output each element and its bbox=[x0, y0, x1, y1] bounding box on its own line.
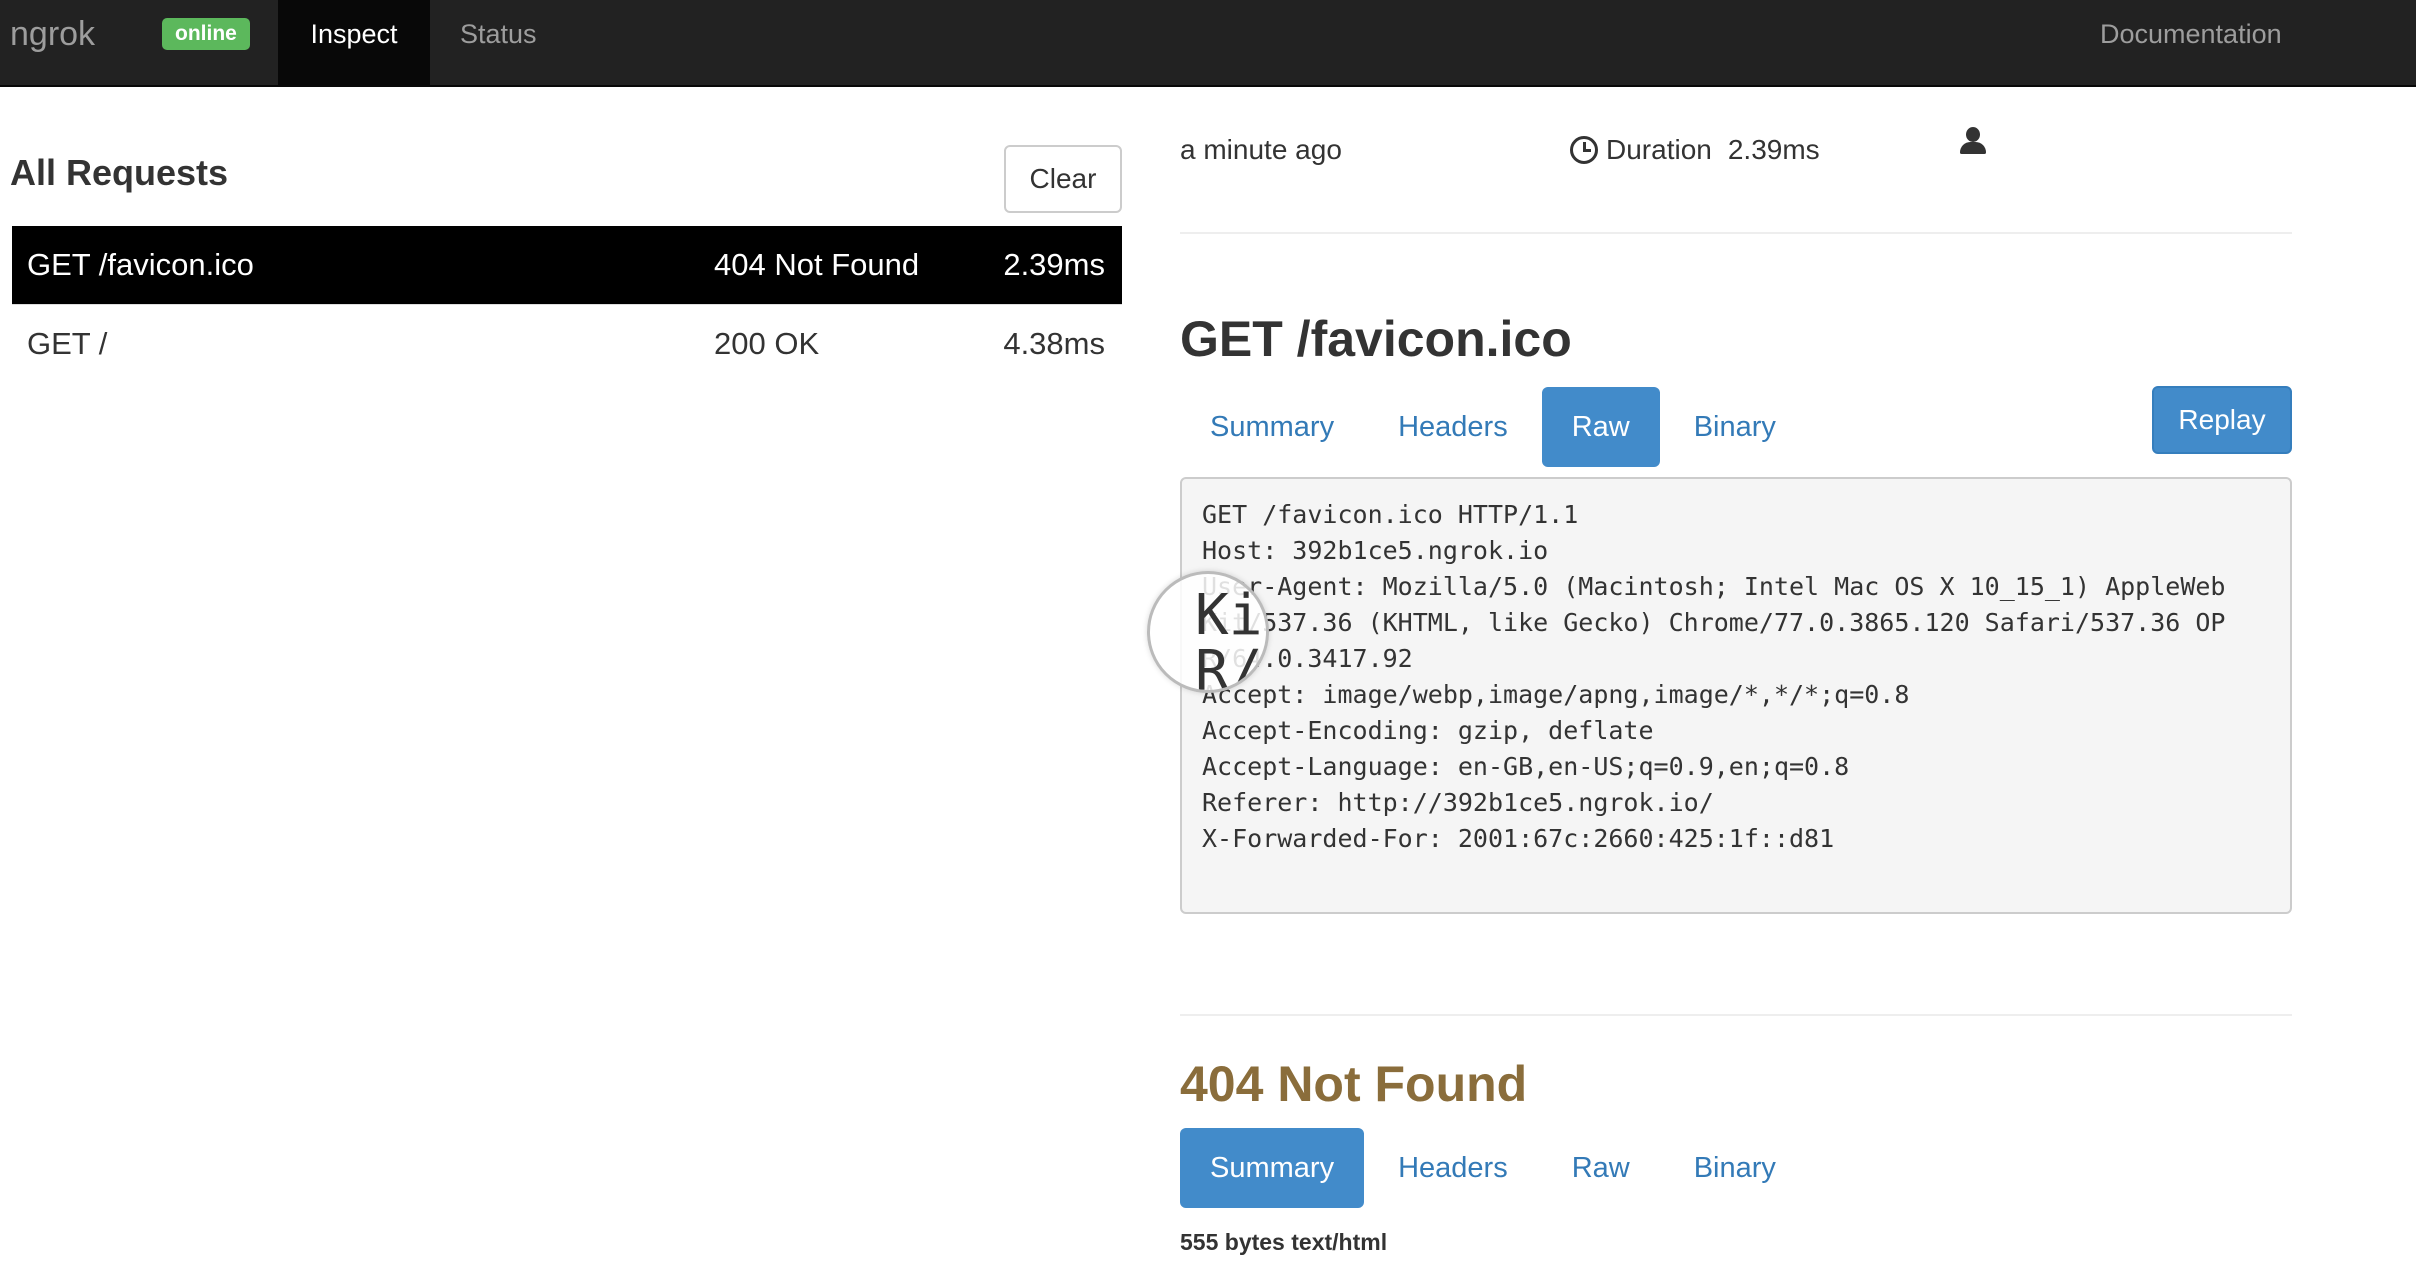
clock-icon bbox=[1570, 136, 1598, 164]
raw-line: Accept-Encoding: gzip, deflate bbox=[1202, 716, 1654, 745]
raw-line: R/64.0.3417.92 bbox=[1202, 644, 1413, 673]
request-title: GET /favicon.ico bbox=[1180, 311, 1572, 367]
request-list: GET /favicon.ico 404 Not Found 2.39ms GE… bbox=[12, 226, 1122, 382]
response-tabs: Summary Headers Raw Binary bbox=[1180, 1128, 1810, 1208]
request-duration: 2.39ms bbox=[1003, 247, 1105, 282]
replay-button[interactable]: Replay bbox=[2152, 386, 2292, 454]
request-row[interactable]: GET / 200 OK 4.38ms bbox=[12, 304, 1122, 382]
raw-line: Kit/537.36 (KHTML, like Gecko) Chrome/77… bbox=[1202, 608, 2226, 637]
divider bbox=[1180, 1014, 2292, 1016]
divider bbox=[1180, 232, 2292, 234]
duration-value: 2.39ms bbox=[1727, 134, 1820, 165]
magnifier-cursor: Ki R/ bbox=[1147, 571, 1269, 693]
nav-tab-status[interactable]: Status bbox=[430, 0, 567, 85]
requests-title: All Requests bbox=[10, 152, 229, 193]
raw-line: Accept: image/webp,image/apng,image/*,*/… bbox=[1202, 680, 1910, 709]
tab-response-summary[interactable]: Summary bbox=[1180, 1128, 1365, 1208]
response-size: 555 bytes text/html bbox=[1180, 1229, 1388, 1255]
raw-line: User-Agent: Mozilla/5.0 (Macintosh; Inte… bbox=[1202, 572, 2226, 601]
request-path: GET /favicon.ico bbox=[27, 247, 254, 282]
top-navbar: ngrok online Inspect Status Documentatio… bbox=[0, 0, 2416, 87]
magnifier-text: Ki bbox=[1195, 583, 1263, 648]
raw-line: X-Forwarded-For: 2001:67c:2660:425:1f::d… bbox=[1202, 824, 1835, 853]
duration-label: Duration bbox=[1606, 134, 1712, 165]
duration-info: Duration 2.39ms bbox=[1570, 125, 1820, 175]
status-badge: online bbox=[162, 18, 250, 50]
documentation-link[interactable]: Documentation bbox=[2100, 0, 2282, 68]
nav-tab-inspect[interactable]: Inspect bbox=[278, 0, 430, 85]
tab-request-summary[interactable]: Summary bbox=[1180, 387, 1364, 467]
request-row[interactable]: GET /favicon.ico 404 Not Found 2.39ms bbox=[12, 226, 1122, 304]
raw-line: Referer: http://392b1ce5.ngrok.io/ bbox=[1202, 788, 1714, 817]
request-path: GET / bbox=[27, 326, 108, 361]
tab-response-raw[interactable]: Raw bbox=[1542, 1128, 1660, 1208]
tab-response-headers[interactable]: Headers bbox=[1368, 1128, 1538, 1208]
raw-request-box[interactable]: GET /favicon.ico HTTP/1.1 Host: 392b1ce5… bbox=[1180, 477, 2292, 914]
response-title: 404 Not Found bbox=[1180, 1056, 1528, 1112]
request-status: 200 OK bbox=[714, 326, 820, 361]
time-ago: a minute ago bbox=[1180, 134, 1342, 165]
request-duration: 4.38ms bbox=[1003, 326, 1105, 361]
magnifier-text: R/ bbox=[1195, 639, 1263, 693]
tab-request-raw[interactable]: Raw bbox=[1541, 387, 1660, 467]
raw-line: Accept-Language: en-GB,en-US;q=0.9,en;q=… bbox=[1202, 752, 1850, 781]
raw-line: Host: 392b1ce5.ngrok.io bbox=[1202, 536, 1549, 565]
clear-button[interactable]: Clear bbox=[1004, 145, 1122, 213]
request-status: 404 Not Found bbox=[714, 247, 920, 282]
brand-logo[interactable]: ngrok bbox=[10, 14, 95, 54]
tab-response-binary[interactable]: Binary bbox=[1664, 1128, 1806, 1208]
request-meta: a minute ago Duration 2.39ms bbox=[1180, 125, 2292, 175]
tab-request-headers[interactable]: Headers bbox=[1368, 387, 1538, 467]
user-icon bbox=[1958, 127, 1988, 157]
request-tabs: Summary Headers Raw Binary bbox=[1180, 387, 1810, 467]
tab-request-binary[interactable]: Binary bbox=[1664, 387, 1806, 467]
raw-line: GET /favicon.ico HTTP/1.1 bbox=[1202, 500, 1579, 529]
